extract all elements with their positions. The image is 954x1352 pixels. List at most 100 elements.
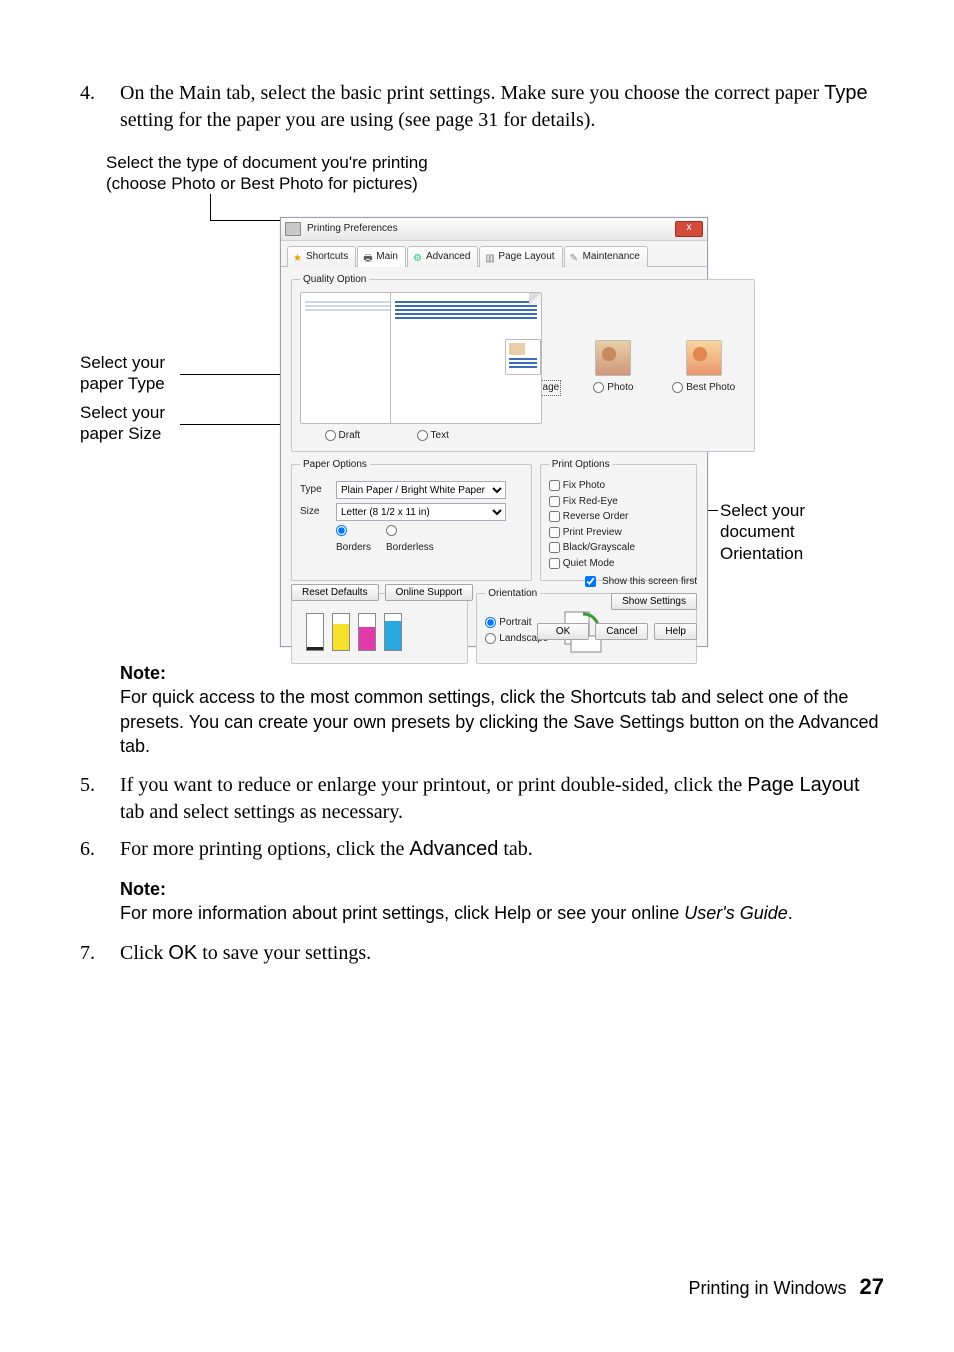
quality-photo-label: Photo: [607, 381, 633, 395]
step5-pl: Page Layout: [747, 774, 859, 796]
check-show-first[interactable]: [585, 576, 596, 587]
note1-save: Save Settings: [573, 712, 684, 732]
tab-shortcuts-label: Shortcuts: [306, 250, 348, 264]
step7-ok: OK: [168, 942, 197, 964]
quality-option-group: Quality Option Draft Text Text & Imag: [291, 273, 755, 452]
bestphoto-thumb-icon: [686, 340, 722, 376]
check-fix-photo[interactable]: [549, 480, 560, 491]
callout-top-photo: Photo: [171, 174, 215, 193]
reverse-label: Reverse Order: [563, 510, 629, 524]
printer-tab-icon: 🖶: [363, 252, 373, 262]
printing-preferences-dialog: Printing Preferences x ★Shortcuts 🖶Main …: [280, 217, 708, 647]
show-first-label: Show this screen first: [602, 575, 697, 589]
check-bw[interactable]: [549, 542, 560, 553]
callout-orient-l3: Orientation: [720, 544, 803, 563]
tab-main-label: Main: [376, 250, 398, 264]
radio-borderless[interactable]: [386, 525, 397, 536]
note-1: Note: For quick access to the most commo…: [120, 661, 884, 758]
step-7-body: Click OK to save your settings.: [120, 940, 884, 967]
check-reverse[interactable]: [549, 511, 560, 522]
close-button[interactable]: x: [675, 221, 703, 237]
page-footer: Printing in Windows 27: [688, 1272, 884, 1302]
fix-photo-option[interactable]: Fix Photo: [549, 479, 688, 493]
step-4-type-word: Type: [824, 82, 867, 104]
radio-borders[interactable]: [336, 525, 347, 536]
paper-size-label: Size: [300, 505, 332, 519]
callout-top-line2c: for pictures): [323, 174, 417, 193]
online-support-button[interactable]: Online Support: [385, 584, 474, 601]
step6-adv: Advanced: [409, 838, 498, 860]
quality-text-label: Text: [431, 429, 449, 443]
star-icon: ★: [293, 252, 303, 262]
borderless-option[interactable]: Borderless: [386, 525, 418, 554]
quality-draft[interactable]: Draft: [300, 292, 385, 443]
show-settings-button[interactable]: Show Settings: [611, 593, 697, 610]
print-preview-option[interactable]: Print Preview: [549, 526, 688, 540]
reverse-order-option[interactable]: Reverse Order: [549, 510, 688, 524]
tab-page-layout[interactable]: ▥Page Layout: [479, 246, 562, 267]
radio-text[interactable]: [417, 430, 428, 441]
step7-b: to save your settings.: [197, 942, 371, 964]
radio-portrait[interactable]: [485, 617, 496, 628]
dialog-titlebar: Printing Preferences x: [281, 218, 707, 241]
note2-t2: or see your online: [531, 903, 684, 923]
show-this-screen-first[interactable]: Show this screen first: [585, 575, 697, 589]
tab-shortcuts[interactable]: ★Shortcuts: [287, 246, 356, 267]
step-6-number: 6.: [80, 836, 120, 863]
borderless-label: Borderless: [386, 542, 434, 553]
tab-advanced[interactable]: ⚙Advanced: [407, 246, 478, 267]
quality-photo[interactable]: Photo: [571, 340, 656, 395]
ok-button[interactable]: OK: [537, 623, 589, 640]
paper-type-select[interactable]: Plain Paper / Bright White Paper: [336, 481, 506, 499]
callout-top: Select the type of document you're print…: [106, 152, 428, 195]
paper-size-select[interactable]: Letter (8 1/2 x 11 in): [336, 503, 506, 521]
fix-red-eye-option[interactable]: Fix Red-Eye: [549, 495, 688, 509]
step-4-number: 4.: [80, 80, 120, 134]
tab-maintenance[interactable]: ✎Maintenance: [564, 246, 648, 267]
step-5-number: 5.: [80, 772, 120, 826]
ink-magenta-icon: [358, 613, 376, 651]
bottom-controls: Reset Defaults Online Support Show this …: [291, 575, 697, 610]
black-grayscale-option[interactable]: Black/Grayscale: [549, 541, 688, 555]
radio-landscape[interactable]: [485, 633, 496, 644]
reset-defaults-button[interactable]: Reset Defaults: [291, 584, 379, 601]
callout-orient-l2: document: [720, 522, 795, 541]
page-icon: ▥: [485, 252, 495, 262]
ink-black-icon: [306, 613, 324, 651]
check-preview[interactable]: [549, 527, 560, 538]
callout-top-line2b: or: [216, 174, 241, 193]
dialog-title: Printing Preferences: [307, 222, 398, 236]
step6-a: For more printing options, click the: [120, 838, 409, 860]
step-7-number: 7.: [80, 940, 120, 967]
borders-option[interactable]: Borders: [336, 525, 368, 554]
tab-main[interactable]: 🖶Main: [357, 246, 406, 267]
callout-size-l2b: Size: [128, 424, 161, 443]
note2-ug: User's Guide: [684, 903, 787, 923]
ok-cancel-help-row: OK Cancel Help: [537, 623, 697, 640]
tab-advanced-label: Advanced: [426, 250, 470, 264]
quality-legend: Quality Option: [300, 273, 369, 287]
textimage-thumb-icon: [505, 339, 541, 375]
dialog-panel: Quality Option Draft Text Text & Imag: [281, 267, 707, 646]
quality-best-photo-label: Best Photo: [686, 381, 735, 395]
step-4-body: On the Main tab, select the basic print …: [120, 80, 884, 134]
dialog-tabs: ★Shortcuts 🖶Main ⚙Advanced ▥Page Layout …: [281, 241, 707, 267]
help-button[interactable]: Help: [654, 623, 697, 640]
quality-text[interactable]: Text: [390, 292, 475, 443]
cancel-button[interactable]: Cancel: [595, 623, 648, 640]
check-quiet[interactable]: [549, 558, 560, 569]
quality-best-photo[interactable]: Best Photo: [661, 340, 746, 395]
radio-draft[interactable]: [325, 430, 336, 441]
step-4-text-b: setting for the paper you are using (see…: [120, 109, 595, 131]
radio-best-photo[interactable]: [672, 382, 683, 393]
radio-photo[interactable]: [593, 382, 604, 393]
ink-yellow-icon: [332, 613, 350, 651]
callout-paper-type: Select your paper Type: [80, 352, 165, 395]
quiet-mode-option[interactable]: Quiet Mode: [549, 557, 688, 571]
check-fix-red-eye[interactable]: [549, 496, 560, 507]
wrench-icon: ✎: [570, 252, 580, 262]
step-5-body: If you want to reduce or enlarge your pr…: [120, 772, 884, 826]
step-4-text-a: On the Main tab, select the basic print …: [120, 82, 824, 104]
step-6-body: For more printing options, click the Adv…: [120, 836, 884, 863]
callout-type-l2b: Type: [128, 374, 165, 393]
